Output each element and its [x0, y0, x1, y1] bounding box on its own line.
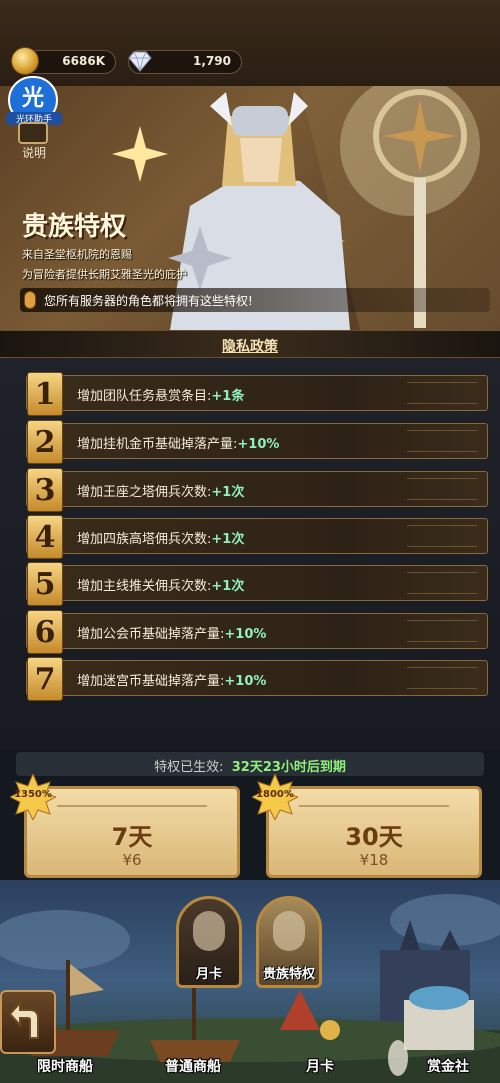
banner-description-line-1: 来自圣堂枢机院的恩赐: [22, 248, 132, 261]
portrait-label: 月卡: [195, 967, 222, 982]
perk-text: 增加团队任务悬赏条目:+1条: [77, 389, 245, 404]
status-label: 特权已生效:: [154, 760, 224, 775]
hero-avatar: [273, 911, 305, 951]
back-button[interactable]: [0, 990, 56, 1054]
nav-normal-ship[interactable]: 普通商船: [148, 1056, 238, 1080]
perk-row: 1 增加团队任务悬赏条目:+1条: [26, 372, 488, 416]
perk-bonus: +1次: [211, 485, 245, 500]
notice-bar: 您所有服务器的角色都将拥有这些特权!: [20, 288, 490, 312]
privilege-status: 特权已生效: 32天23小时后到期: [16, 752, 484, 776]
gold-counter[interactable]: 6686K: [11, 47, 116, 75]
exclamation-icon: [24, 291, 36, 309]
status-remaining: 32天23小时后到期: [231, 760, 346, 775]
portrait-label: 贵族特权: [262, 967, 315, 982]
perk-number: 3: [27, 468, 63, 512]
row-ornament: [407, 620, 477, 642]
gold-coin-icon: [11, 47, 39, 75]
perk-number: 7: [27, 657, 63, 701]
value-badge: 1800%: [252, 774, 298, 820]
gem-amount: 1,790: [193, 54, 231, 68]
card-ornament: [57, 793, 207, 807]
diamond-icon: [128, 51, 152, 72]
perk-bonus: +10%: [224, 674, 267, 689]
banner-description-line-2: 为冒险者提供长期艾雅圣光的庇护: [22, 268, 187, 281]
plan-price: ¥6: [122, 851, 142, 869]
privacy-policy-bar: 隐私政策: [0, 330, 500, 358]
value-badge: 1350%: [10, 774, 56, 820]
perk-row: 7 增加迷宫币基础掉落产量:+10%: [26, 657, 488, 701]
plan-duration: 7天: [111, 823, 153, 851]
nav-bounty-society[interactable]: 赏金社: [408, 1056, 488, 1080]
row-ornament: [407, 667, 477, 689]
perk-row: 5 增加主线推关佣兵次数:+1次: [26, 562, 488, 606]
perk-text: 增加公会币基础掉落产量:+10%: [77, 627, 267, 642]
perk-text: 增加主线推关佣兵次数:+1次: [77, 579, 245, 594]
gem-counter[interactable]: 1,790: [128, 50, 242, 74]
harbor-illustration: [0, 894, 500, 1083]
nav-limited-ship[interactable]: 限时商船: [20, 1056, 110, 1080]
watermark-mark: 光: [21, 86, 44, 111]
help-label: 说明: [21, 146, 46, 160]
harbor-scene: [0, 880, 500, 1083]
nav-month-card[interactable]: 月卡: [290, 1056, 350, 1080]
plan-price: ¥18: [359, 851, 389, 869]
perk-bonus: +1次: [211, 532, 245, 547]
perk-number: 1: [27, 372, 63, 416]
book-icon: [18, 122, 48, 144]
noble-privilege-portrait[interactable]: 贵族特权: [256, 896, 322, 988]
row-ornament: [407, 430, 477, 452]
gold-amount: 6686K: [62, 54, 105, 68]
banner-title: 贵族特权: [22, 212, 127, 242]
perk-text: 增加挂机金币基础掉落产量:+10%: [77, 437, 280, 452]
perk-list: 1 增加团队任务悬赏条目:+1条 2 增加挂机金币基础掉落产量:+10% 3 增…: [0, 358, 500, 750]
perk-text: 增加四族高塔佣兵次数:+1次: [77, 532, 245, 547]
perk-number: 5: [27, 562, 63, 606]
perk-number: 4: [27, 515, 63, 559]
perk-number: 6: [27, 610, 63, 654]
help-button[interactable]: 说明: [12, 120, 56, 164]
noble-privilege-banner: 贵族特权 来自圣堂枢机院的恩赐 为冒险者提供长期艾雅圣光的庇护 您所有服务器的角…: [0, 86, 500, 330]
top-bar: 6686K 1,790: [0, 0, 500, 86]
value-badge-text: 1350%: [14, 789, 52, 800]
row-ornament: [407, 478, 477, 500]
month-card-portrait[interactable]: 月卡: [176, 896, 242, 988]
perk-bonus: +10%: [237, 437, 280, 452]
row-ornament: [407, 572, 477, 594]
notice-text: 您所有服务器的角色都将拥有这些特权!: [44, 294, 253, 308]
perk-text: 增加王座之塔佣兵次数:+1次: [77, 485, 245, 500]
row-ornament: [407, 382, 477, 404]
perk-bonus: +1条: [211, 389, 245, 404]
perk-bonus: +10%: [224, 627, 267, 642]
back-arrow-icon: [8, 1000, 39, 1039]
privacy-policy-link[interactable]: 隐私政策: [0, 336, 500, 356]
card-ornament: [299, 793, 449, 807]
hero-avatar: [193, 911, 225, 951]
perk-row: 4 增加四族高塔佣兵次数:+1次: [26, 515, 488, 559]
perk-number: 2: [27, 420, 63, 464]
perk-row: 2 增加挂机金币基础掉落产量:+10%: [26, 420, 488, 464]
plan-card-30-days[interactable]: 30天 ¥18: [266, 786, 482, 878]
perk-row: 6 增加公会币基础掉落产量:+10%: [26, 610, 488, 654]
perk-row: 3 增加王座之塔佣兵次数:+1次: [26, 468, 488, 512]
row-ornament: [407, 525, 477, 547]
perk-bonus: +1次: [211, 579, 245, 594]
plan-card-7-days[interactable]: 7天 ¥6: [24, 786, 240, 878]
watermark-badge: 光 光环助手: [6, 76, 62, 125]
perk-text: 增加迷宫币基础掉落产量:+10%: [77, 674, 267, 689]
value-badge-text: 1800%: [256, 789, 294, 800]
plan-duration: 30天: [345, 823, 403, 851]
